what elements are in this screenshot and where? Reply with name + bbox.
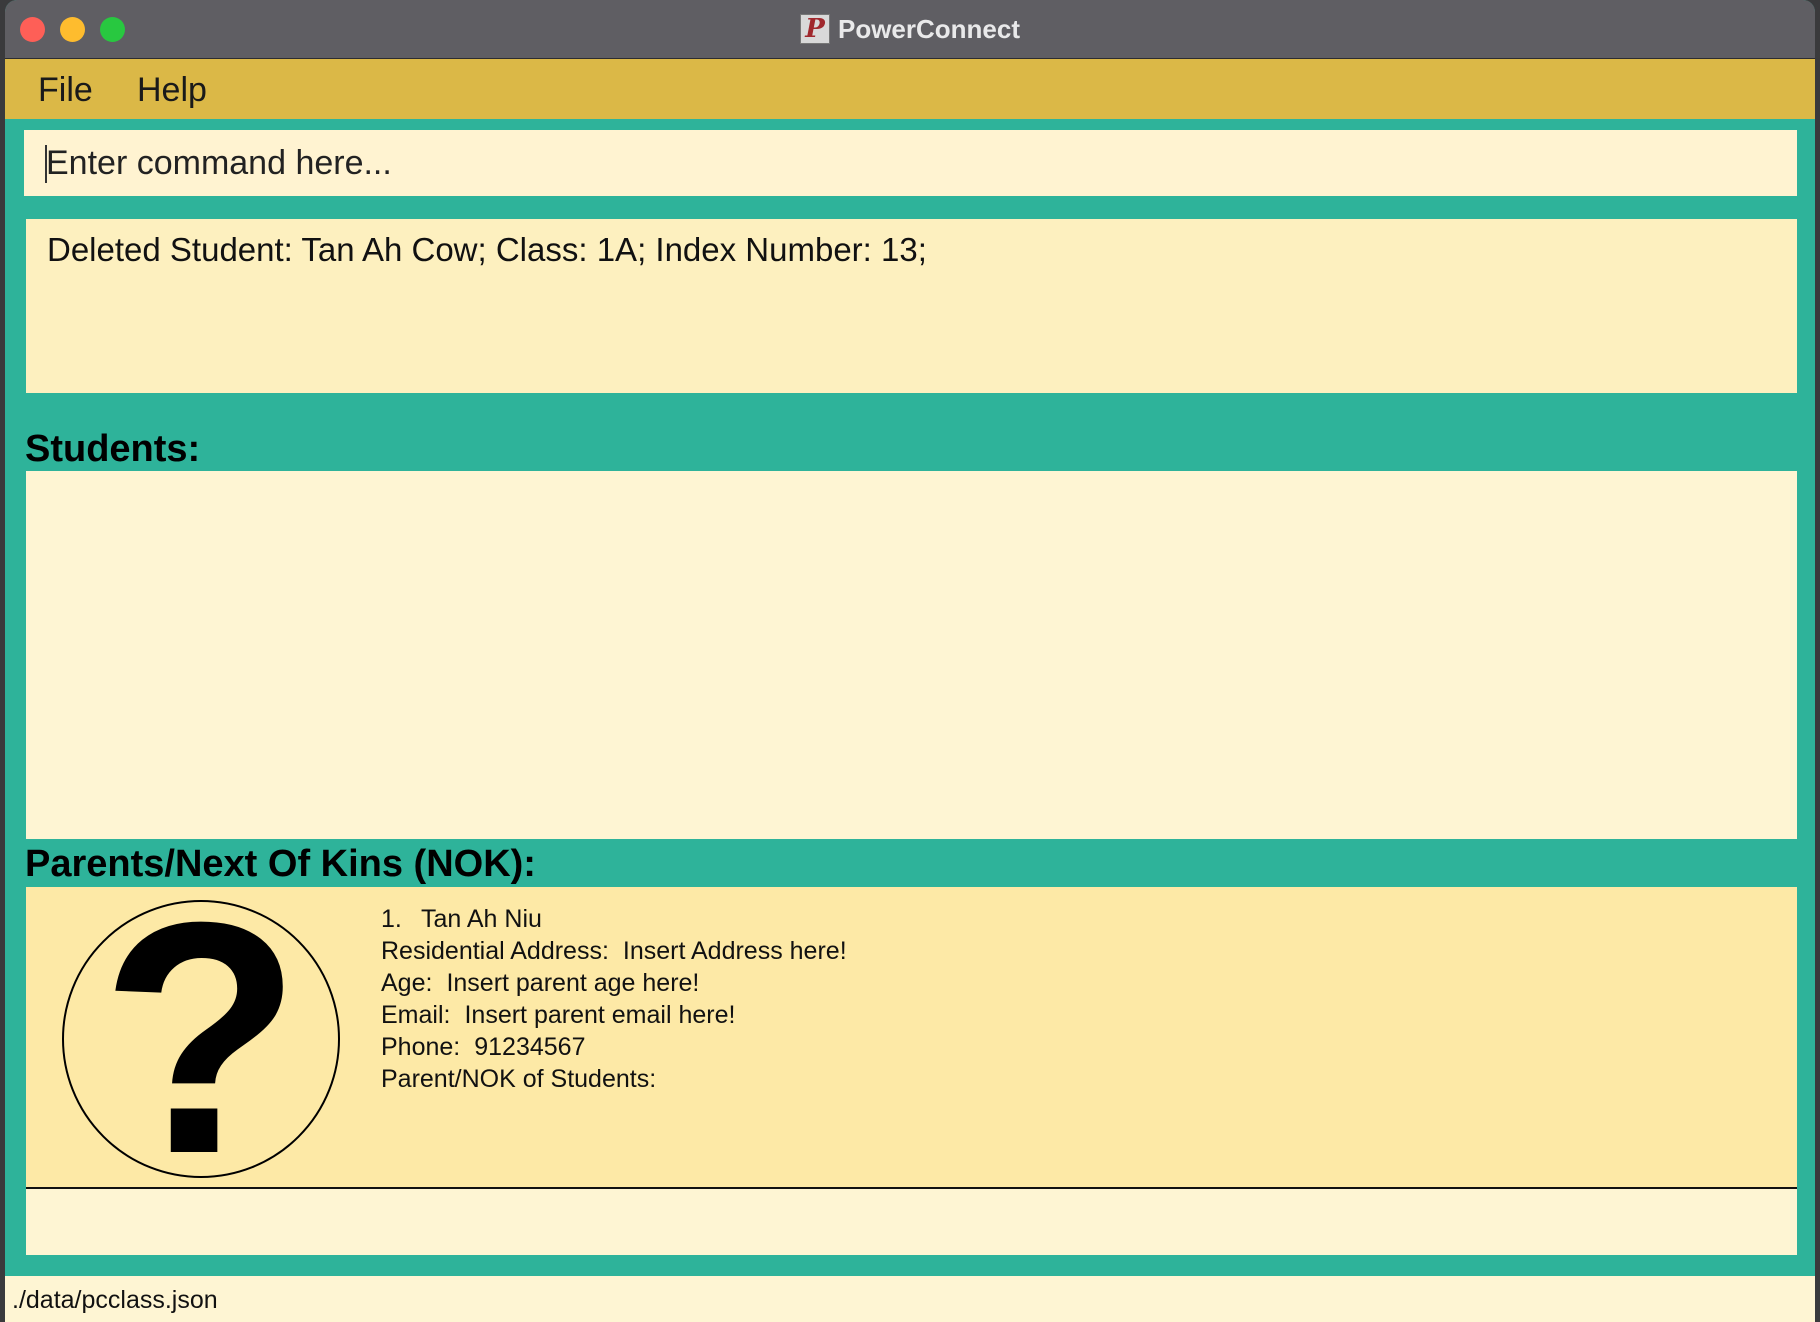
nok-card[interactable]: ? 1. Tan Ah Niu Residential Address: Inser… [26, 887, 1797, 1189]
status-bar: ./data/pcclass.json [5, 1276, 1815, 1322]
students-list[interactable] [26, 471, 1797, 839]
nok-index: 1. [381, 905, 402, 933]
address-label: Residential Address: [381, 937, 609, 965]
menu-help[interactable]: Help [137, 71, 207, 110]
linked-students-label: Parent/NOK of Students: [381, 1065, 657, 1093]
age-label: Age: [381, 969, 433, 997]
address-value: Insert Address here! [622, 937, 847, 965]
students-heading: Students: [25, 428, 201, 470]
result-display: Deleted Student: Tan Ah Cow; Class: 1A; … [26, 219, 1797, 393]
question-mark-icon: ? [62, 899, 340, 1179]
email-label: Email: [381, 1001, 451, 1029]
menu-bar: File Help [5, 59, 1815, 119]
app-logo-icon: P [799, 14, 830, 44]
menu-file[interactable]: File [38, 71, 93, 110]
phone-label: Phone: [381, 1033, 461, 1061]
window-title: PowerConnect [837, 13, 1021, 44]
title-bar[interactable]: P PowerConnect [5, 0, 1815, 59]
data-file-path: ./data/pcclass.json [12, 1286, 218, 1314]
email-value: Insert parent email here! [464, 1001, 736, 1029]
nok-list[interactable]: ? 1. Tan Ah Niu Residential Address: Inser… [26, 887, 1797, 1255]
phone-value: 91234567 [474, 1033, 586, 1061]
svg-text:?: ? [100, 899, 302, 1179]
text-cursor [45, 145, 47, 183]
nok-heading: Parents/Next Of Kins (NOK): [25, 843, 536, 885]
result-message: Deleted Student: Tan Ah Cow; Class: 1A; … [47, 231, 927, 268]
app-window: P PowerConnect File Help Deleted Student… [5, 0, 1815, 1322]
nok-name: Tan Ah Niu [421, 905, 542, 933]
command-input[interactable] [24, 130, 1797, 196]
age-value: Insert parent age here! [446, 969, 700, 997]
